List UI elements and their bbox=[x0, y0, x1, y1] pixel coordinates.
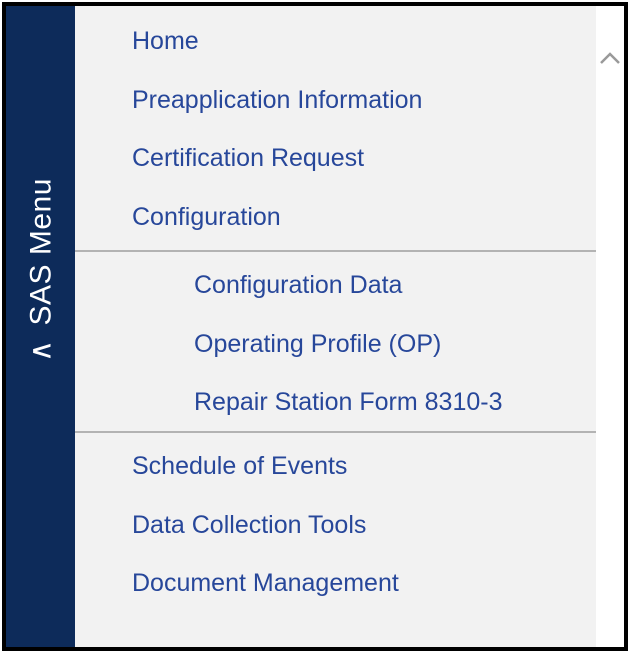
divider bbox=[75, 431, 596, 433]
menu-item-configuration[interactable]: Configuration bbox=[132, 203, 281, 232]
sas-menu-list: Home Preapplication Information Certific… bbox=[75, 6, 596, 647]
sas-menu-toggle-tab[interactable]: ∧ SAS Menu bbox=[6, 6, 75, 647]
menu-subitem-operating-profile[interactable]: Operating Profile (OP) bbox=[194, 330, 441, 359]
menu-item-preapplication-information[interactable]: Preapplication Information bbox=[132, 86, 422, 115]
chevron-up-icon: ∧ bbox=[24, 339, 57, 362]
chevron-up-icon bbox=[600, 52, 620, 64]
menu-item-document-management[interactable]: Document Management bbox=[132, 569, 399, 598]
sas-menu-title: SAS Menu bbox=[24, 178, 57, 326]
sas-menu-tab-label-group: ∧ SAS Menu bbox=[23, 178, 58, 362]
menu-item-data-collection-tools[interactable]: Data Collection Tools bbox=[132, 511, 366, 540]
menu-item-schedule-of-events[interactable]: Schedule of Events bbox=[132, 452, 347, 481]
sas-menu-panel: ∧ SAS Menu Home Preapplication Informatio… bbox=[2, 2, 628, 651]
menu-item-certification-request[interactable]: Certification Request bbox=[132, 144, 364, 173]
menu-subitem-repair-station-form[interactable]: Repair Station Form 8310-3 bbox=[194, 388, 502, 417]
menu-item-home[interactable]: Home bbox=[132, 27, 199, 56]
vertical-scrollbar[interactable] bbox=[596, 6, 624, 647]
scroll-up-button[interactable] bbox=[598, 48, 622, 68]
divider bbox=[75, 250, 596, 252]
menu-subitem-configuration-data[interactable]: Configuration Data bbox=[194, 271, 402, 300]
